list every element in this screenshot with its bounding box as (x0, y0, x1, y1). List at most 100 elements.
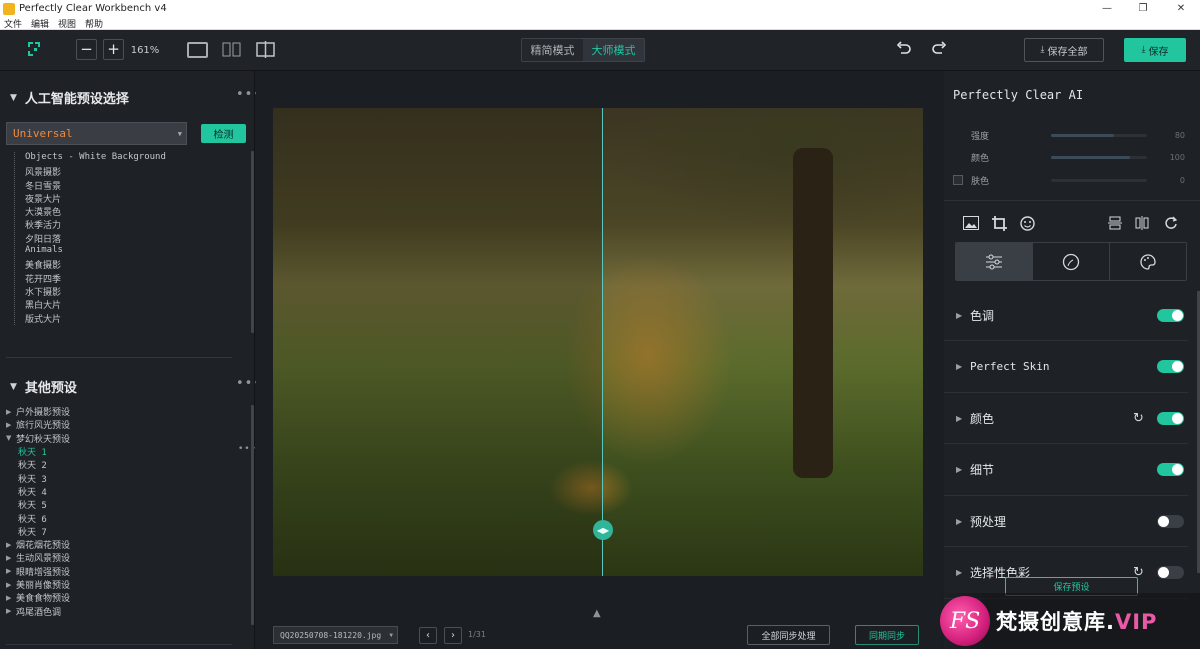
sync-button[interactable]: 同期同步 (855, 625, 919, 645)
ai-presets-header[interactable]: ▼ 人工智能预设选择 (10, 88, 129, 107)
preset-group-label: 户外摄影预设 (16, 408, 71, 419)
other-presets-list: ▶ 户外摄影预设 ▶ 旅行风光预设 ▼ 梦幻秋天预设 秋天 1 秋天 2 秋天 3 秋天 4 秋天 … (6, 405, 70, 618)
menu-help[interactable]: 帮助 (85, 17, 103, 30)
adjustment-toggle[interactable] (1157, 566, 1184, 579)
save-all-button[interactable]: ⤓ 保存全部 (1024, 38, 1104, 62)
adjustment-row[interactable]: ▶ 预处理 (944, 496, 1188, 547)
menu-edit[interactable]: 编辑 (31, 17, 49, 30)
compare-view-icon[interactable] (256, 41, 275, 58)
adjustment-toggle[interactable] (1157, 411, 1184, 425)
toggle-knob (1158, 567, 1169, 578)
zoom-out-button[interactable]: − (76, 39, 97, 60)
compare-split-line[interactable] (602, 108, 603, 576)
ai-preset-item[interactable]: 版式大片 (15, 312, 166, 325)
image-icon[interactable] (963, 216, 979, 234)
ai-preset-item[interactable]: 冬日雪景 (15, 179, 166, 192)
preset-child-item[interactable]: 秋天 7 (6, 525, 70, 538)
adjustment-toggle[interactable] (1157, 463, 1184, 476)
slider-track[interactable] (1051, 178, 1147, 182)
preset-group-item[interactable]: ▶ 美食食物预设 (6, 591, 70, 605)
mode-switch: 精简模式 大师模式 (521, 38, 645, 62)
watermark: FS 梵摄创意库.VIP (937, 593, 1200, 649)
ai-preset-item[interactable]: 风景摄影 (15, 165, 166, 178)
next-image-button[interactable]: › (444, 627, 462, 644)
reset-icon[interactable]: ↻ (1133, 411, 1144, 426)
menu-file[interactable]: 文件 (4, 17, 22, 30)
rotate-icon[interactable] (1164, 216, 1178, 234)
ai-preset-item[interactable]: 秋季活力 (15, 218, 166, 231)
preset-child-label: 秋天 3 (18, 474, 47, 485)
ai-preset-item[interactable]: 美食摄影 (15, 258, 166, 271)
photo-preview[interactable] (273, 108, 923, 576)
slider-label: 肤色 (971, 176, 990, 187)
flip-vertical-icon[interactable] (1108, 216, 1122, 234)
preset-group-item[interactable]: ▶ 生动风景预设 (6, 551, 70, 565)
redo-icon[interactable] (930, 40, 948, 58)
ai-preset-item[interactable]: 水下摄影 (15, 285, 166, 298)
collapsed-triangle-icon: ▶ (6, 553, 12, 562)
undo-icon[interactable] (895, 40, 913, 58)
ai-preset-value: Universal (13, 127, 73, 140)
single-view-icon[interactable] (187, 42, 208, 58)
adjustment-toggle[interactable] (1157, 308, 1184, 322)
ai-preset-item[interactable]: 花开四季 (15, 272, 166, 285)
zoom-in-button[interactable]: + (103, 39, 124, 60)
ai-slider-row: 颜色 100 (944, 151, 1200, 165)
ai-preset-item[interactable]: 夕阳日落 (15, 232, 166, 245)
save-button[interactable]: ⤓ 保存 (1124, 38, 1186, 62)
preset-group-item[interactable]: ▶ 旅行风光预设 (6, 418, 70, 432)
preset-child-item[interactable]: 秋天 3 (6, 471, 70, 485)
tab-creative[interactable] (1110, 243, 1186, 280)
preset-group-item[interactable]: ▶ 眼睛增强预设 (6, 565, 70, 578)
menu-view[interactable]: 视图 (58, 17, 76, 30)
ai-preset-select[interactable]: Universal ▼ (6, 122, 187, 145)
file-select[interactable]: QQ20250708-181220.jpg ▼ (273, 626, 398, 644)
ai-preset-item[interactable]: 夜景大片 (15, 192, 166, 205)
adjustment-toggle[interactable] (1157, 514, 1184, 528)
adjustment-toggle[interactable] (1157, 360, 1184, 373)
other-presets-header[interactable]: ▼ 其他预设 (10, 377, 77, 396)
preset-child-item[interactable]: 秋天 4 (6, 485, 70, 498)
preset-child-item[interactable]: 秋天 2 (6, 458, 70, 471)
detect-button[interactable]: 检测 (201, 124, 246, 143)
preset-group-item[interactable]: ▶ 美丽肖像预设 (6, 578, 70, 592)
ai-preset-item[interactable]: 大漠景色 (15, 205, 166, 218)
adjustment-row[interactable]: ▶ 色调 (944, 290, 1188, 341)
face-icon[interactable] (1020, 216, 1035, 235)
tab-sliders[interactable] (956, 243, 1033, 280)
maximize-button[interactable]: ❐ (1124, 0, 1162, 17)
ai-presets-scrollbar[interactable] (251, 151, 254, 333)
item-options-icon[interactable]: ••• (238, 444, 257, 454)
title-bar: Perfectly Clear Workbench v4 — ❐ ✕ (0, 0, 1200, 17)
ai-preset-item[interactable]: Animals (15, 245, 166, 258)
split-handle-icon[interactable]: ◀▶ (593, 520, 613, 540)
preset-group-item[interactable]: ▼ 梦幻秋天预设 (6, 432, 70, 445)
collapsed-triangle-icon: ▶ (6, 540, 12, 549)
preset-group-item[interactable]: ▶ 烟花烟花预设 (6, 538, 70, 552)
slider-track[interactable] (1051, 156, 1147, 159)
preset-child-item[interactable]: 秋天 5 (6, 498, 70, 511)
split-view-icon[interactable] (222, 42, 241, 57)
preset-child-item[interactable]: 秋天 1 (6, 445, 70, 458)
prev-image-button[interactable]: ‹ (419, 627, 437, 644)
crop-icon[interactable] (992, 216, 1007, 235)
preset-group-item[interactable]: ▶ 户外摄影预设 (6, 405, 71, 419)
adjustment-row[interactable]: ▶ 颜色 ↻ (944, 393, 1188, 444)
ai-preset-item[interactable]: 黑白大片 (15, 298, 166, 311)
other-presets-scrollbar[interactable] (251, 405, 254, 625)
mode-master-tab[interactable]: 大师模式 (583, 39, 644, 61)
ai-preset-item[interactable]: Objects - White Background (15, 152, 166, 165)
tab-faces[interactable] (1033, 243, 1110, 280)
expand-up-icon[interactable]: ▲ (593, 608, 601, 619)
sync-all-button[interactable]: 全部同步处理 (747, 625, 830, 645)
mode-simple-tab[interactable]: 精简模式 (522, 39, 583, 61)
skin-checkbox[interactable] (953, 175, 963, 185)
adjustment-row[interactable]: ▶ Perfect Skin (944, 342, 1188, 393)
adjustment-row[interactable]: ▶ 细节 (944, 445, 1188, 496)
preset-group-item[interactable]: ▶ 鸡尾酒色调 (6, 604, 70, 618)
flip-horizontal-icon[interactable] (1135, 216, 1149, 234)
close-button[interactable]: ✕ (1162, 0, 1200, 17)
preset-child-item[interactable]: 秋天 6 (6, 511, 70, 525)
minimize-button[interactable]: — (1088, 0, 1126, 17)
slider-track[interactable] (1051, 133, 1147, 137)
